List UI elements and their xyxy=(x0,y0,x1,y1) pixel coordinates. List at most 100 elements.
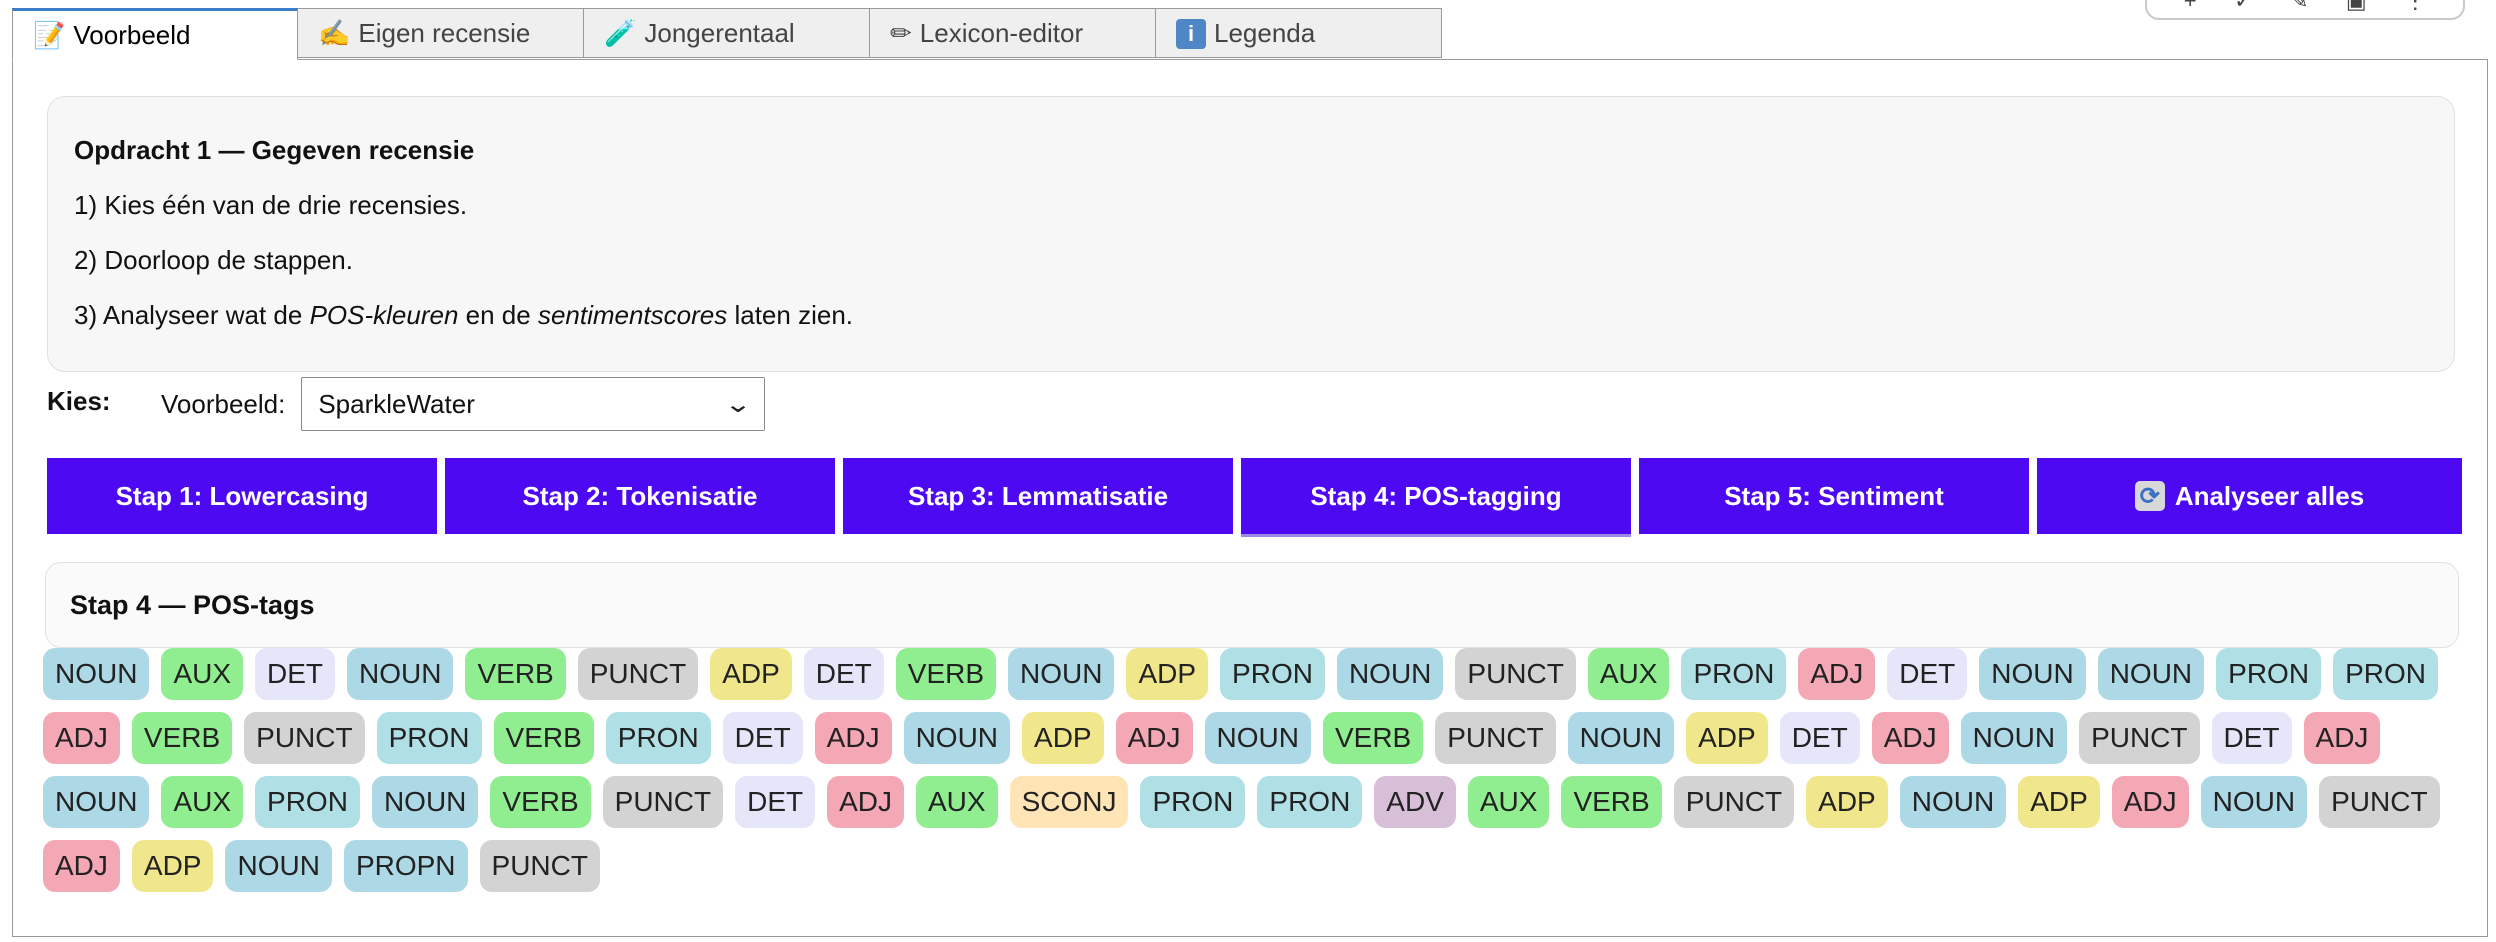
pos-tag-punct: PUNCT xyxy=(2079,712,2200,764)
pos-tag-noun: NOUN xyxy=(347,648,454,700)
example-label: Voorbeeld: xyxy=(161,388,286,419)
example-select[interactable]: SparkleWater ⌄ xyxy=(301,377,766,431)
pos-tag-noun: NOUN xyxy=(371,776,479,828)
step-buttons: Stap 1: Lowercasing Stap 2: Tokenisatie St… xyxy=(47,458,2462,534)
pos-tag-verb: VERB xyxy=(493,712,594,764)
pos-tag-aux: AUX xyxy=(161,776,244,828)
analyse-all-button[interactable]: ⟳ Analyseer alles xyxy=(2037,458,2462,534)
tab-label: Eigen recensie xyxy=(358,17,531,48)
step-4-button[interactable]: Stap 4: POS-tagging xyxy=(1241,458,1631,534)
chevron-down-icon: ⌄ xyxy=(724,390,753,418)
pos-tag-pron: PRON xyxy=(255,776,360,828)
pos-tag-det: DET xyxy=(1779,712,1860,764)
pos-tag-adj: ADJ xyxy=(1871,712,1949,764)
memo-icon: 📝 xyxy=(33,19,66,50)
pos-tag-aux: AUX xyxy=(161,648,244,700)
pos-tag-det: DET xyxy=(255,648,336,700)
edit-icon[interactable]: ✎ xyxy=(2290,0,2308,12)
pos-tag-noun: NOUN xyxy=(2097,648,2205,700)
pos-tag-verb: VERB xyxy=(895,648,997,700)
choose-label: Kies: xyxy=(47,385,111,416)
tab-bar: 📝 Voorbeeld ✍ Eigen recensie 🧪 Jongerentaal ✏ L… xyxy=(12,8,1442,60)
assignment-step-1: 1) Kies één van de drie recensies. xyxy=(74,190,468,220)
check-icon[interactable]: ✓ xyxy=(2234,0,2252,12)
pos-tag-pron: PRON xyxy=(2333,648,2438,700)
pos-tag-pron: PRON xyxy=(1140,776,1246,828)
pos-tag-noun: NOUN xyxy=(1979,648,2086,700)
pos-tag-noun: NOUN xyxy=(1567,712,1675,764)
pos-tag-propn: PROPN xyxy=(343,840,468,892)
tab-label: Legenda xyxy=(1214,17,1316,48)
assignment-step-3-text-2: en de xyxy=(458,300,538,330)
step-5-button[interactable]: Stap 5: Sentiment xyxy=(1639,458,2029,534)
assignment-step-3-text: 3) Analyseer wat de xyxy=(74,300,310,330)
pos-tag-adj: ADJ xyxy=(2303,712,2381,764)
pos-tag-adp: ADP xyxy=(1126,648,1209,700)
pos-tag-det: DET xyxy=(735,776,816,828)
plus-icon[interactable]: + xyxy=(2184,0,2197,12)
sentimentscores-emphasis: sentimentscores xyxy=(537,300,728,330)
pos-tag-adj: ADJ xyxy=(827,776,904,828)
analyse-all-label: Analyseer alles xyxy=(2174,480,2365,511)
pos-kleuren-emphasis: POS-kleuren xyxy=(309,300,459,330)
assignment-title: Opdracht 1 — Gegeven recensie xyxy=(74,135,475,165)
pos-tag-adp: ADP xyxy=(710,648,792,700)
pos-tag-adj: ADJ xyxy=(43,712,120,764)
floating-toolbar: + ✓ ✎ ▣ ⋮ xyxy=(2145,0,2465,20)
pos-tag-pron: PRON xyxy=(376,712,482,764)
tab-label: Jongerentaal xyxy=(644,17,795,48)
pos-tag-adj: ADJ xyxy=(814,712,892,764)
pos-tag-adp: ADP xyxy=(1022,712,1104,764)
pos-tag-verb: VERB xyxy=(465,648,566,700)
assignment-step-2: 2) Doorloop de stappen. xyxy=(74,245,353,275)
sync-icon: ⟳ xyxy=(2134,481,2165,511)
pos-tag-verb: VERB xyxy=(490,776,591,828)
step-2-button[interactable]: Stap 2: Tokenisatie xyxy=(445,458,835,534)
choose-row: Kies: Voorbeeld: SparkleWater ⌄ xyxy=(47,376,766,432)
tab-lexicon-editor[interactable]: ✏ Lexicon-editor xyxy=(870,8,1156,58)
pos-tag-adj: ADJ xyxy=(1115,712,1193,764)
pos-tag-pron: PRON xyxy=(1220,648,1325,700)
pos-tag-pron: PRON xyxy=(1257,776,1363,828)
pos-tag-punct: PUNCT xyxy=(2319,776,2440,828)
pos-tag-verb: VERB xyxy=(131,712,233,764)
example-select-value: SparkleWater xyxy=(318,388,475,419)
pos-tag-pron: PRON xyxy=(2216,648,2322,700)
pos-tag-pron: PRON xyxy=(1681,648,1787,700)
tab-label: Voorbeeld xyxy=(73,19,191,50)
pos-tag-det: DET xyxy=(2211,712,2292,764)
pos-tag-adv: ADV xyxy=(1374,776,1456,828)
pos-tag-noun: NOUN xyxy=(903,712,1011,764)
pos-tag-punct: PUNCT xyxy=(479,840,600,892)
step-1-button[interactable]: Stap 1: Lowercasing xyxy=(47,458,437,534)
tab-eigen-recensie[interactable]: ✍ Eigen recensie xyxy=(298,8,584,58)
pos-tag-adj: ADJ xyxy=(1798,648,1876,700)
tab-legenda[interactable]: i Legenda xyxy=(1156,8,1442,58)
assignment-step-3-text-3: laten zien. xyxy=(727,300,853,330)
pos-tag-punct: PUNCT xyxy=(1455,648,1576,700)
save-icon[interactable]: ▣ xyxy=(2346,0,2367,12)
assignment-box: Opdracht 1 — Gegeven recensie 1) Kies éé… xyxy=(47,96,2455,372)
pos-tag-det: DET xyxy=(722,712,803,764)
assignment-step-3: 3) Analyseer wat de POS-kleuren en de se… xyxy=(74,300,2428,331)
more-icon[interactable]: ⋮ xyxy=(2404,0,2426,12)
pos-tag-adp: ADP xyxy=(131,840,214,892)
tab-jongerentaal[interactable]: 🧪 Jongerentaal xyxy=(584,8,870,58)
pos-tag-noun: NOUN xyxy=(1960,712,2068,764)
step-3-button[interactable]: Stap 3: Lemmatisatie xyxy=(843,458,1233,534)
pos-tag-aux: AUX xyxy=(1467,776,1550,828)
pos-tag-verb: VERB xyxy=(1561,776,1662,828)
pos-tag-punct: PUNCT xyxy=(577,648,699,700)
pos-tag-det: DET xyxy=(803,648,884,700)
pos-tag-punct: PUNCT xyxy=(602,776,724,828)
step-4-title: Stap 4 — POS-tags xyxy=(70,589,315,620)
tab-voorbeeld[interactable]: 📝 Voorbeeld xyxy=(12,8,298,60)
pos-tag-adj: ADJ xyxy=(2111,776,2189,828)
pos-tag-sconj: SCONJ xyxy=(1009,776,1129,828)
pos-tag-det: DET xyxy=(1887,648,1968,700)
pos-tag-noun: NOUN xyxy=(1204,712,1311,764)
step-4-header: Stap 4 — POS-tags xyxy=(45,562,2459,648)
main-panel: Opdracht 1 — Gegeven recensie 1) Kies éé… xyxy=(12,59,2488,937)
pos-tag-punct: PUNCT xyxy=(1673,776,1795,828)
pos-tag-pron: PRON xyxy=(605,712,711,764)
